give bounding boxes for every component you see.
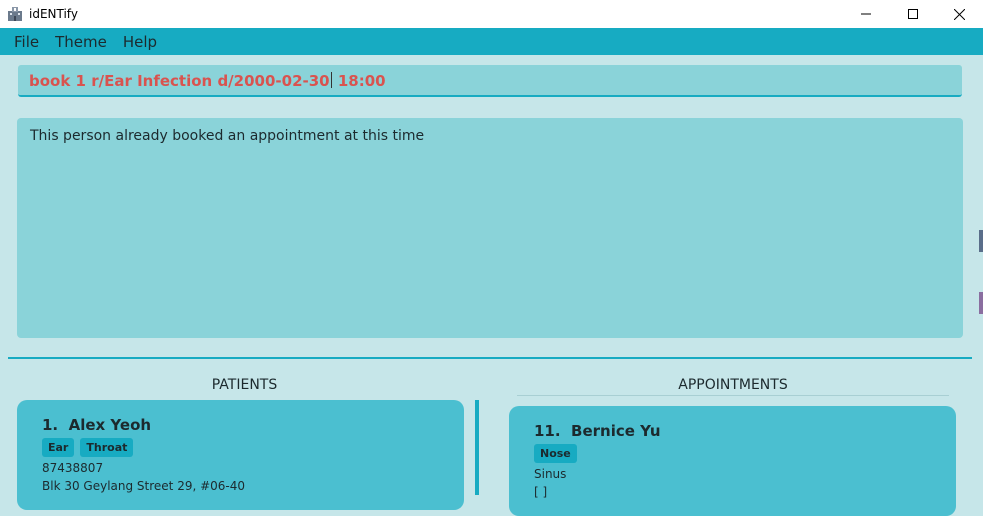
window-title: idENTify [29,7,78,21]
maximize-button[interactable] [889,0,936,28]
tag-throat: Throat [80,438,134,457]
edge-artifact [979,292,983,314]
patient-phone: 87438807 [42,461,104,475]
command-input[interactable]: book 1 r/Ear Infection d/2000-02-30 18:0… [18,65,962,97]
hospital-icon [7,6,23,22]
tag-ear: Ear [42,438,75,457]
patient-tags: Ear Throat [42,438,134,457]
menu-help[interactable]: Help [115,33,165,51]
menu-theme[interactable]: Theme [47,33,115,51]
appointments-title-underline [517,395,949,396]
patient-index: 1. [42,416,59,434]
panel-splitter[interactable] [475,400,479,495]
text-caret [330,72,332,88]
command-text-after-caret: 18:00 [332,72,386,90]
appointment-index: 11. [534,422,561,440]
appointment-name-text: Bernice Yu [571,422,661,440]
patient-card[interactable]: 1. Alex Yeoh Ear Throat 87438807 Blk 30 … [17,400,464,510]
command-text: book 1 r/Ear Infection d/2000-02-30 18:0… [29,72,386,90]
appointment-tags: Nose [534,444,577,463]
appointments-title: APPOINTMENTS [678,377,788,393]
appointment-patient-name: 11. Bernice Yu [534,422,661,440]
minimize-icon [860,13,871,15]
command-text-before-caret: book 1 r/Ear Infection d/2000-02-30 [29,72,330,90]
patients-title: PATIENTS [211,377,278,393]
appointment-reason: Sinus [534,467,567,481]
edge-artifact [979,230,983,252]
close-icon [954,8,965,20]
result-message: This person already booked an appointmen… [30,128,425,144]
result-display[interactable]: This person already booked an appointmen… [17,118,963,338]
menu-file[interactable]: File [6,33,47,51]
appointment-card[interactable]: 11. Bernice Yu Nose Sinus [ ] [509,406,956,516]
patient-name-text: Alex Yeoh [68,416,152,434]
minimize-button[interactable] [842,0,889,28]
menu-bar: File Theme Help [0,28,983,55]
patient-name: 1. Alex Yeoh [42,416,151,434]
title-bar: idENTify [0,0,983,28]
appointment-extra: [ ] [534,485,548,499]
close-button[interactable] [936,0,983,28]
patient-address: Blk 30 Geylang Street 29, #06-40 [42,479,246,493]
maximize-icon [907,9,918,19]
section-divider [8,357,972,359]
tag-nose: Nose [534,444,577,463]
